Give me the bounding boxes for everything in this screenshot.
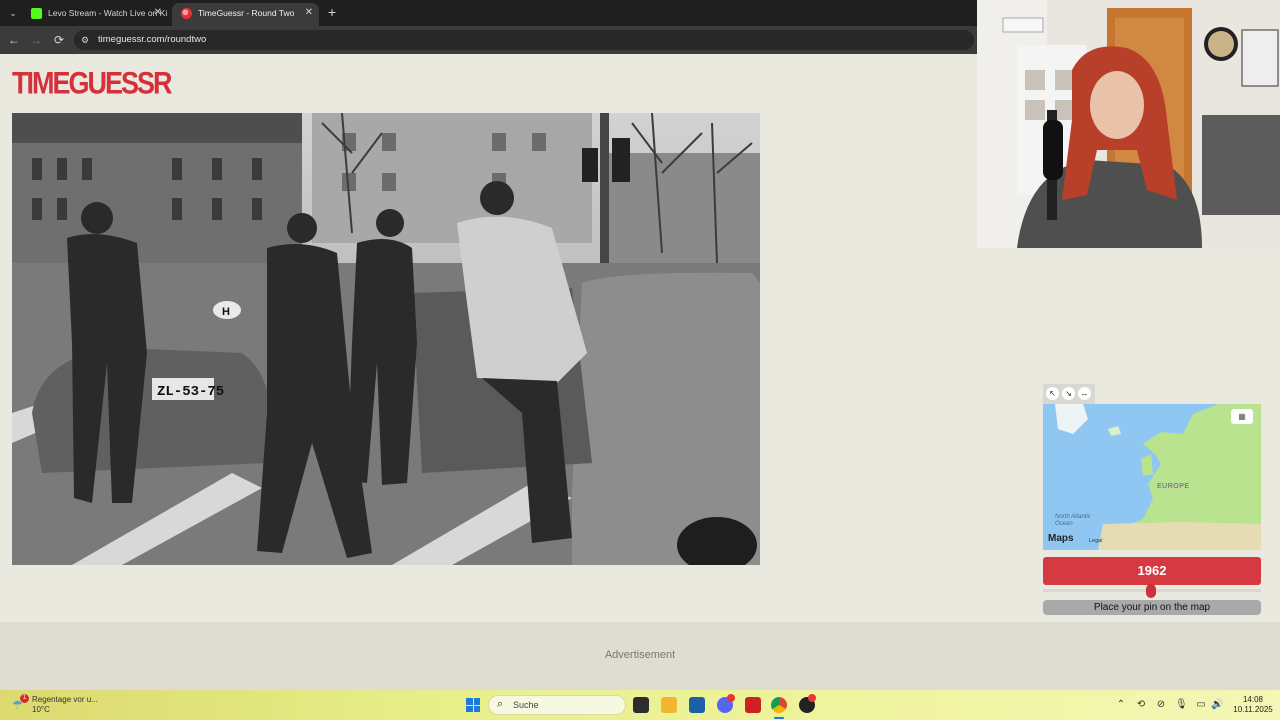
browser-toolbar: ← → ⟳ ⚙ timeguessr.com/roundtwo [0, 26, 980, 54]
system-clock[interactable]: 14:08 10.11.2025 [1230, 695, 1276, 715]
taskbar-search-input[interactable]: ⌕ Suche [488, 695, 626, 715]
new-tab-button[interactable]: + [324, 4, 340, 20]
weather-widget[interactable]: Regentage vor u... 10°C [32, 695, 98, 715]
address-bar[interactable]: ⚙ timeguessr.com/roundtwo [74, 30, 974, 50]
weather-badge: 1 [20, 694, 29, 703]
chrome-active-indicator [774, 717, 784, 719]
chrome-icon[interactable] [771, 697, 787, 713]
arrow-expand-icon[interactable]: ↖ [1046, 387, 1059, 400]
search-icon: ⌕ [497, 698, 504, 710]
close-tab-icon[interactable]: ✕ [305, 3, 313, 23]
tab-timeguessr[interactable]: TimeGuessr - Round Two ✕ [172, 3, 319, 26]
store-icon[interactable] [689, 697, 705, 713]
arrows-horizontal-icon[interactable]: ↔ [1078, 387, 1091, 400]
timeguessr-favicon-icon [181, 8, 192, 19]
webcam-illustration [977, 0, 1280, 248]
chevron-up-icon[interactable]: ⌃ [1115, 699, 1127, 710]
map-legal-link[interactable]: Legal [1089, 538, 1102, 544]
tab-search-chevron-icon[interactable]: ⌄ [4, 4, 22, 22]
year-display: 1962 [1043, 557, 1261, 585]
weather-temp: 10°C [32, 705, 50, 714]
map-region-label: EUROPE [1157, 483, 1190, 490]
maps-attribution: Maps [1048, 533, 1074, 544]
tab-title: Levo Stream - Watch Live on Ki [48, 8, 168, 18]
display-icon[interactable]: ▭ [1195, 699, 1207, 710]
guess-map[interactable]: ▦ EUROPE North Atlantic Ocean Maps Legal [1043, 404, 1261, 550]
forward-arrow-icon[interactable]: → [28, 32, 44, 48]
windows-taskbar: ☂ 1 Regentage vor u... 10°C ⌕ Suche ⌃ ⟲ … [0, 690, 1280, 720]
map-land [1043, 404, 1261, 550]
wifi-off-icon[interactable]: ⊘ [1155, 699, 1167, 710]
country-sticker-text: H [222, 306, 230, 318]
ad-label: Advertisement [604, 649, 676, 661]
voice-app-icon[interactable] [745, 697, 761, 713]
site-info-icon[interactable]: ⚙ [81, 34, 93, 46]
license-plate-text: ZL-53-75 [157, 384, 224, 400]
photo-illustration: ZL-53-75 H [12, 113, 760, 565]
search-placeholder: Suche [513, 700, 539, 710]
kick-favicon-icon [31, 8, 42, 19]
task-view-icon[interactable] [633, 697, 649, 713]
clock-time: 14:08 [1242, 695, 1264, 704]
tab-title: TimeGuessr - Round Two [198, 8, 295, 18]
microphone-icon[interactable]: 🎙 [1175, 699, 1188, 710]
map-tools: ↖ ↘ ↔ [1043, 384, 1095, 404]
map-icon[interactable]: ▦ [1231, 409, 1253, 424]
timeguessr-logo[interactable]: TIMEGUESSR [12, 61, 173, 105]
map-ocean-label: North Atlantic Ocean [1055, 514, 1091, 527]
close-tab-icon[interactable]: ✕ [154, 3, 162, 23]
file-explorer-icon[interactable] [661, 697, 677, 713]
clock-date: 10.11.2025 [1233, 705, 1273, 714]
discord-notification-badge [727, 694, 735, 702]
speaker-icon[interactable]: 🔊 [1211, 699, 1223, 710]
app-notification-badge [808, 694, 816, 702]
webcam-overlay [977, 0, 1280, 248]
arrow-collapse-icon[interactable]: ↘ [1062, 387, 1075, 400]
round-photo: ZL-53-75 H [12, 113, 760, 565]
reload-icon[interactable]: ⟳ [51, 32, 67, 48]
back-arrow-icon[interactable]: ← [6, 32, 22, 48]
windows-start-icon[interactable] [466, 698, 480, 712]
ad-banner: Advertisement [0, 622, 1280, 690]
maps-attribution-text: Maps [1048, 533, 1074, 544]
year-slider-thumb[interactable] [1146, 584, 1156, 598]
url-text[interactable]: timeguessr.com/roundtwo [98, 30, 206, 50]
sync-icon[interactable]: ⟲ [1135, 699, 1147, 710]
tab-kick-stream[interactable]: Levo Stream - Watch Live on Ki ✕ [22, 3, 168, 26]
weather-title: Regentage vor u... [32, 695, 98, 704]
place-pin-button[interactable]: Place your pin on the map [1043, 600, 1261, 615]
